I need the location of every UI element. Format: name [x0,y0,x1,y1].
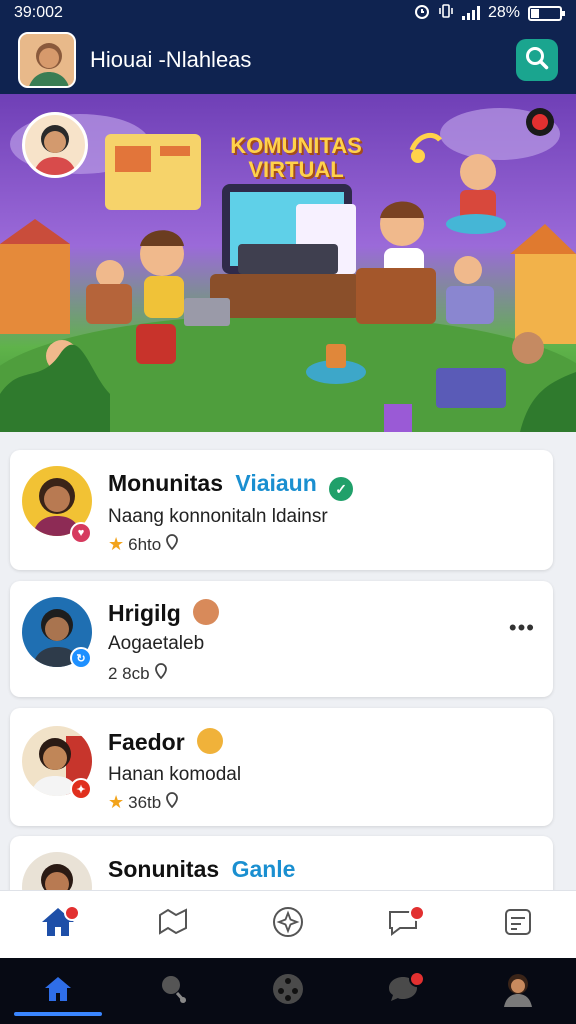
location-icon [165,534,179,555]
status-time: 39:002 [14,4,63,21]
card-title-accent: Ganle [231,856,296,882]
search-icon [524,45,550,76]
heart-badge-icon: ♥ [70,522,92,544]
vibrate-icon [438,3,454,24]
banner-title: KOMUNITAS VIRTUAL [230,133,362,182]
emoji-face-icon [193,599,220,625]
sys-avatar[interactable] [494,967,542,1015]
star-icon: ★ [108,534,125,554]
battery-icon [528,5,565,21]
sys-home[interactable] [34,967,82,1015]
app-header: Hiouai -Nlahleas [0,26,576,94]
app-title: Hiouai -Nlahleas [90,47,252,72]
bottom-nav [0,890,576,958]
card-subtitle: Aogaetaleb [108,633,205,654]
card-title-accent: Viaiaun [235,470,317,496]
card-title: Sonunitas [108,856,220,882]
card-meta: 36tb [128,792,162,812]
card-subtitle: Hanan komodal [108,764,242,785]
location-icon [165,792,179,813]
verified-icon: ✓ [329,477,354,501]
nav-profile[interactable] [494,901,542,949]
card-meta: 2 8cb [108,663,150,683]
battery-percent: 28% [487,4,520,21]
sys-pin[interactable] [149,967,197,1015]
community-card[interactable]: ♥ Monunitas Viaiaun ✓ Naang konnonitaln … [10,450,553,570]
community-card[interactable]: ↻ Hrigilg Aogaetaleb 2 8cb ••• [10,581,553,697]
community-card[interactable]: ✦ Faedor Hanan komodal ★ 36tb [10,708,553,826]
location-icon [154,663,168,684]
card-title: Hrigilg [108,600,181,626]
profile-avatar[interactable] [18,32,76,88]
home-icon [43,975,73,1008]
notification-dot [409,971,426,987]
search-button[interactable] [516,39,558,81]
emoji-wink-icon [197,728,224,754]
signal-icon [461,6,480,20]
active-tab-indicator [14,1012,102,1016]
film-icon [271,972,305,1011]
avatar-icon [501,971,535,1012]
sparkle-icon [271,905,305,944]
star-icon: ★ [108,792,125,812]
sys-film[interactable] [264,967,312,1015]
pin-icon [158,973,188,1010]
card-meta: 6hto [128,534,162,554]
community-banner[interactable]: KOMUNITAS VIRTUAL [0,94,576,432]
refresh-badge-icon: ↻ [70,647,92,669]
nav-map[interactable] [149,901,197,949]
notification-dot [409,904,426,921]
notification-dot [63,904,80,921]
map-icon [156,907,190,942]
nav-explore[interactable] [264,901,312,949]
status-bar: 39:002 28% [0,0,576,26]
profile-icon [501,906,535,943]
sys-chat[interactable] [379,967,427,1015]
nav-chat[interactable] [379,901,427,949]
alarm-icon [414,3,430,24]
card-subtitle: Naang konnonitaln ldainsr [108,506,328,527]
nav-home[interactable] [34,901,82,949]
card-title: Faedor [108,729,185,755]
fire-badge-icon: ✦ [70,778,92,800]
banner-avatar[interactable] [22,112,88,178]
more-options-icon[interactable]: ••• [509,615,535,641]
card-title: Monunitas [108,470,223,496]
